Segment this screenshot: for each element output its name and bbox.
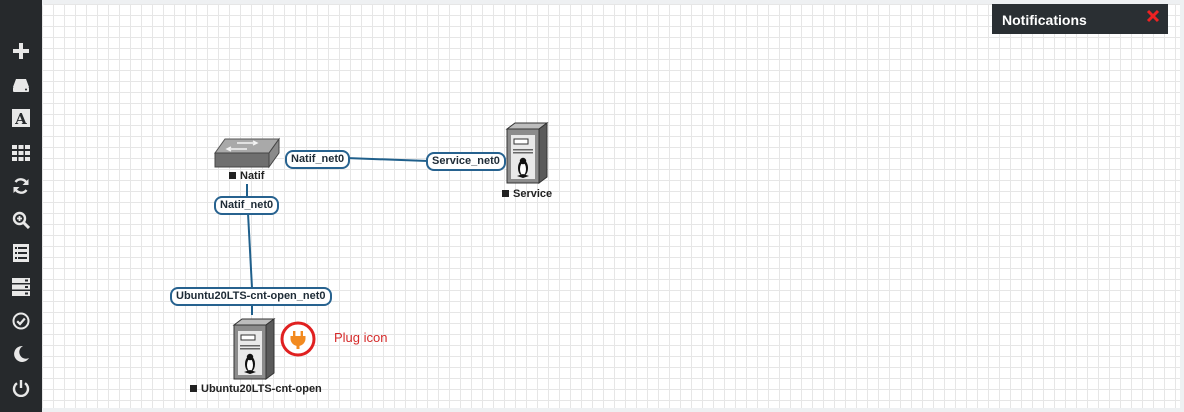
- service-node[interactable]: [503, 121, 549, 190]
- natif-label-text: Natif: [240, 170, 265, 182]
- iface-natif-net0-service[interactable]: Natif_net0: [285, 150, 351, 169]
- link-natif-service[interactable]: [345, 157, 429, 162]
- iface-service-net0[interactable]: Service_net0: [426, 152, 506, 171]
- natif-label: Natif: [229, 170, 264, 182]
- iface-natif-net0-ubuntu[interactable]: Natif_net0: [214, 196, 280, 215]
- service-label: Service: [502, 188, 552, 200]
- plug-icon: [280, 321, 316, 357]
- switch-icon: [214, 137, 280, 169]
- ubuntu-label-text: Ubuntu20LTS-cnt-open: [201, 383, 322, 395]
- linux-server-icon: [505, 122, 549, 184]
- plug-node-action[interactable]: [279, 320, 317, 363]
- close-icon[interactable]: [1146, 9, 1160, 23]
- notifications-panel[interactable]: Notifications: [992, 4, 1168, 34]
- link-natif-ubuntu[interactable]: [247, 212, 253, 289]
- notifications-title: Notifications: [1002, 12, 1087, 28]
- linux-server-icon: [232, 318, 276, 380]
- natif-node[interactable]: [213, 137, 281, 174]
- ubuntu-node[interactable]: [230, 317, 276, 386]
- topology-links: [246, 157, 429, 315]
- iface-ubuntu-net0[interactable]: Ubuntu20LTS-cnt-open_net0: [170, 287, 332, 306]
- service-label-text: Service: [513, 188, 553, 200]
- ubuntu-label: Ubuntu20LTS-cnt-open: [190, 383, 322, 395]
- plug-icon-caption: Plug icon: [334, 330, 388, 345]
